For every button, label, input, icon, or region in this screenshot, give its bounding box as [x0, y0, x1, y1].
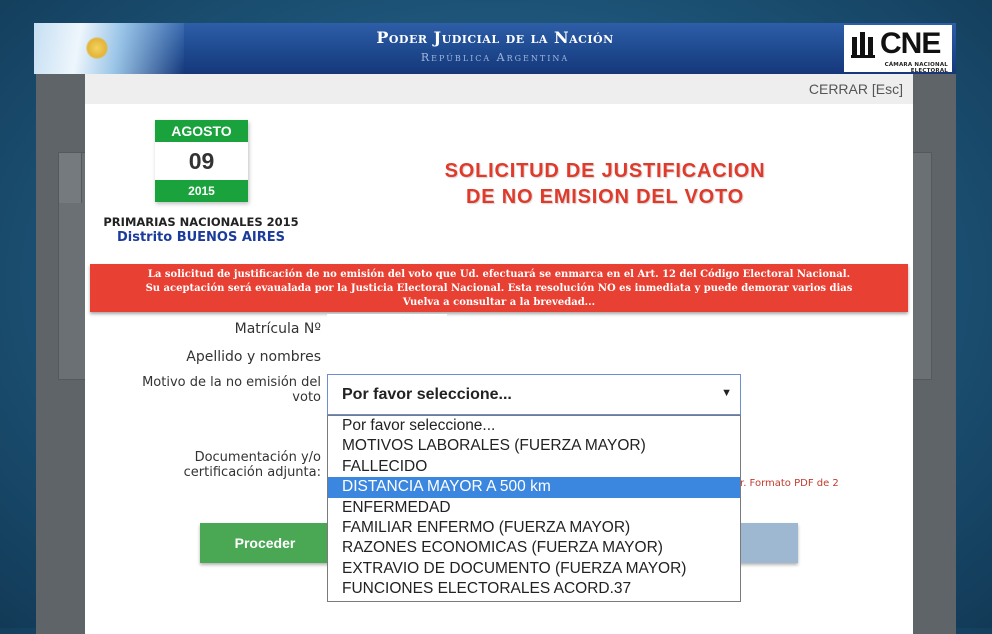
page-title-line2: DE NO EMISION DEL VOTO — [465, 186, 744, 208]
matricula-value — [327, 314, 447, 336]
dropdown-arrow-icon: ▼ — [721, 387, 732, 399]
dropdown-option[interactable]: FALLECIDO — [328, 457, 740, 477]
documentacion-label: Documentación y/o certificación adjunta: — [125, 450, 321, 480]
cne-logo-caption: CÁMARA NACIONAL ELECTORAL — [884, 62, 948, 74]
header-banner: Poder Judicial de la Nación República Ar… — [34, 23, 956, 74]
dropdown-option[interactable]: RAZONES ECONOMICAS (FUERZA MAYOR) — [328, 538, 740, 558]
notice-banner: La solicitud de justificación de no emis… — [90, 264, 908, 312]
dropdown-option[interactable]: MOTIVOS LABORALES (FUERZA MAYOR) — [328, 436, 740, 456]
motivo-select-value: Por favor seleccione... — [342, 386, 512, 403]
calendar-month: AGOSTO — [155, 120, 248, 142]
page-title-line1: SOLICITUD DE JUSTIFICACION — [444, 160, 766, 182]
motivo-label-line2: voto — [292, 390, 321, 405]
background-tab — [59, 153, 82, 203]
file-format-hint: r. Formato PDF de 2 — [740, 478, 839, 489]
notice-line3: Vuelva a consultar a la brevedad... — [402, 297, 596, 308]
dropdown-option[interactable]: ENFERMEDAD — [328, 498, 740, 518]
dropdown-option[interactable]: FUNCIONES ELECTORALES ACORD.37 — [328, 579, 740, 599]
motivo-dropdown-list: Por favor seleccione... MOTIVOS LABORALE… — [327, 415, 741, 602]
dropdown-option[interactable]: Por favor seleccione... — [328, 416, 740, 436]
motivo-label: Motivo de la no emisión del voto — [105, 375, 321, 405]
cne-building-icon — [851, 32, 875, 58]
notice-line1: La solicitud de justificación de no emis… — [147, 269, 851, 280]
district-name: Distrito BUENOS AIRES — [116, 230, 286, 245]
apellido-label: Apellido y nombres — [186, 349, 321, 365]
header-subtitle: República Argentina — [420, 51, 570, 64]
election-date-calendar: AGOSTO 09 2015 — [155, 120, 248, 202]
motivo-label-line1: Motivo de la no emisión del — [142, 375, 321, 390]
dropdown-option[interactable]: EXTRAVIO DE DOCUMENTO (FUERZA MAYOR) — [328, 559, 740, 579]
election-name: PRIMARIAS NACIONALES 2015 — [103, 215, 299, 229]
dropdown-option[interactable]: FAMILIAR ENFERMO (FUERZA MAYOR) — [328, 518, 740, 538]
calendar-day: 09 — [188, 148, 215, 174]
close-link[interactable]: CERRAR [Esc] — [809, 81, 903, 97]
documentacion-label-line2: certificación adjunta: — [183, 465, 321, 480]
notice-line2: Su aceptación será evaualada por la Just… — [145, 283, 853, 294]
matricula-label: Matrícula Nº — [234, 321, 321, 337]
dropdown-option-highlighted[interactable]: DISTANCIA MAYOR A 500 km — [328, 477, 740, 498]
documentacion-label-line1: Documentación y/o — [194, 450, 321, 465]
modal-topbar: CERRAR [Esc] — [85, 74, 913, 104]
page-title: SOLICITUD DE JUSTIFICACION DE NO EMISION… — [395, 158, 815, 210]
cne-logo-text: CNE — [880, 27, 941, 60]
header-title: Poder Judicial de la Nación — [376, 28, 614, 47]
motivo-select[interactable]: Por favor seleccione... ▼ — [327, 374, 741, 415]
cne-logo: CNE CÁMARA NACIONAL ELECTORAL — [844, 25, 952, 74]
proceed-button[interactable]: Proceder — [200, 523, 330, 563]
calendar-year: 2015 — [155, 180, 248, 202]
